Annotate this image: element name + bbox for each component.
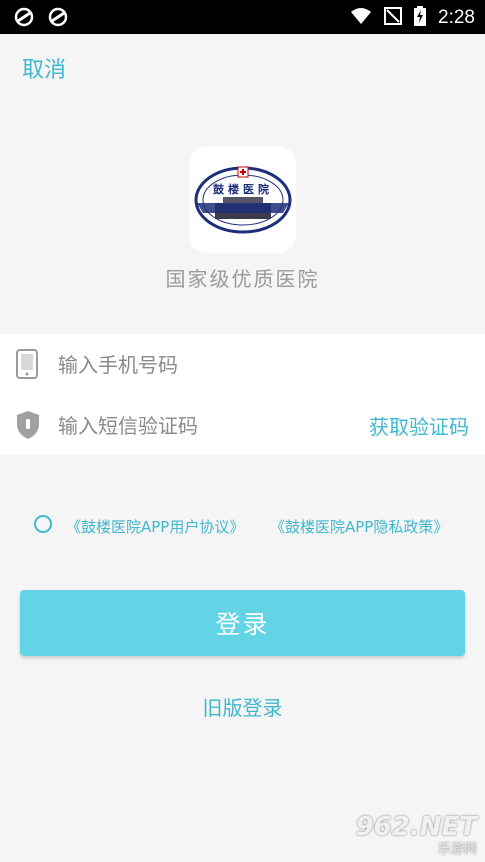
login-form: 获取验证码	[0, 334, 485, 455]
wifi-icon	[350, 7, 372, 29]
code-row: 获取验证码	[0, 395, 485, 455]
watermark: 962.NET 乐游网	[356, 812, 477, 857]
phone-row	[0, 334, 485, 394]
phone-icon	[16, 349, 38, 383]
hospital-emblem-icon: 鼓楼医院	[194, 166, 291, 233]
agree-radio[interactable]	[34, 515, 52, 533]
clock: 2:28	[438, 7, 475, 28]
user-agreement-link[interactable]: 《鼓楼医院APP用户协议》	[66, 516, 244, 537]
get-code-button[interactable]: 获取验证码	[369, 411, 469, 440]
battery-charging-icon	[414, 6, 427, 30]
notification-icon	[14, 7, 34, 31]
agreement-row: 《鼓楼医院APP用户协议》 《鼓楼医院APP隐私政策》	[34, 514, 474, 538]
cancel-button[interactable]: 取消	[22, 52, 66, 84]
svg-text:鼓楼医院: 鼓楼医院	[213, 182, 273, 196]
notification-icon	[48, 7, 68, 31]
no-signal-icon	[384, 7, 403, 29]
hospital-tagline: 国家级优质医院	[165, 267, 320, 291]
app-logo: 鼓楼医院	[189, 146, 296, 253]
sms-code-input[interactable]	[56, 409, 350, 443]
privacy-policy-link[interactable]: 《鼓楼医院APP隐私政策》	[270, 516, 448, 537]
login-button[interactable]: 登录	[20, 590, 465, 656]
shield-icon	[16, 410, 40, 444]
status-bar: 2:28	[0, 0, 485, 34]
phone-input[interactable]	[56, 348, 350, 382]
old-version-login-link[interactable]: 旧版登录	[0, 692, 485, 721]
